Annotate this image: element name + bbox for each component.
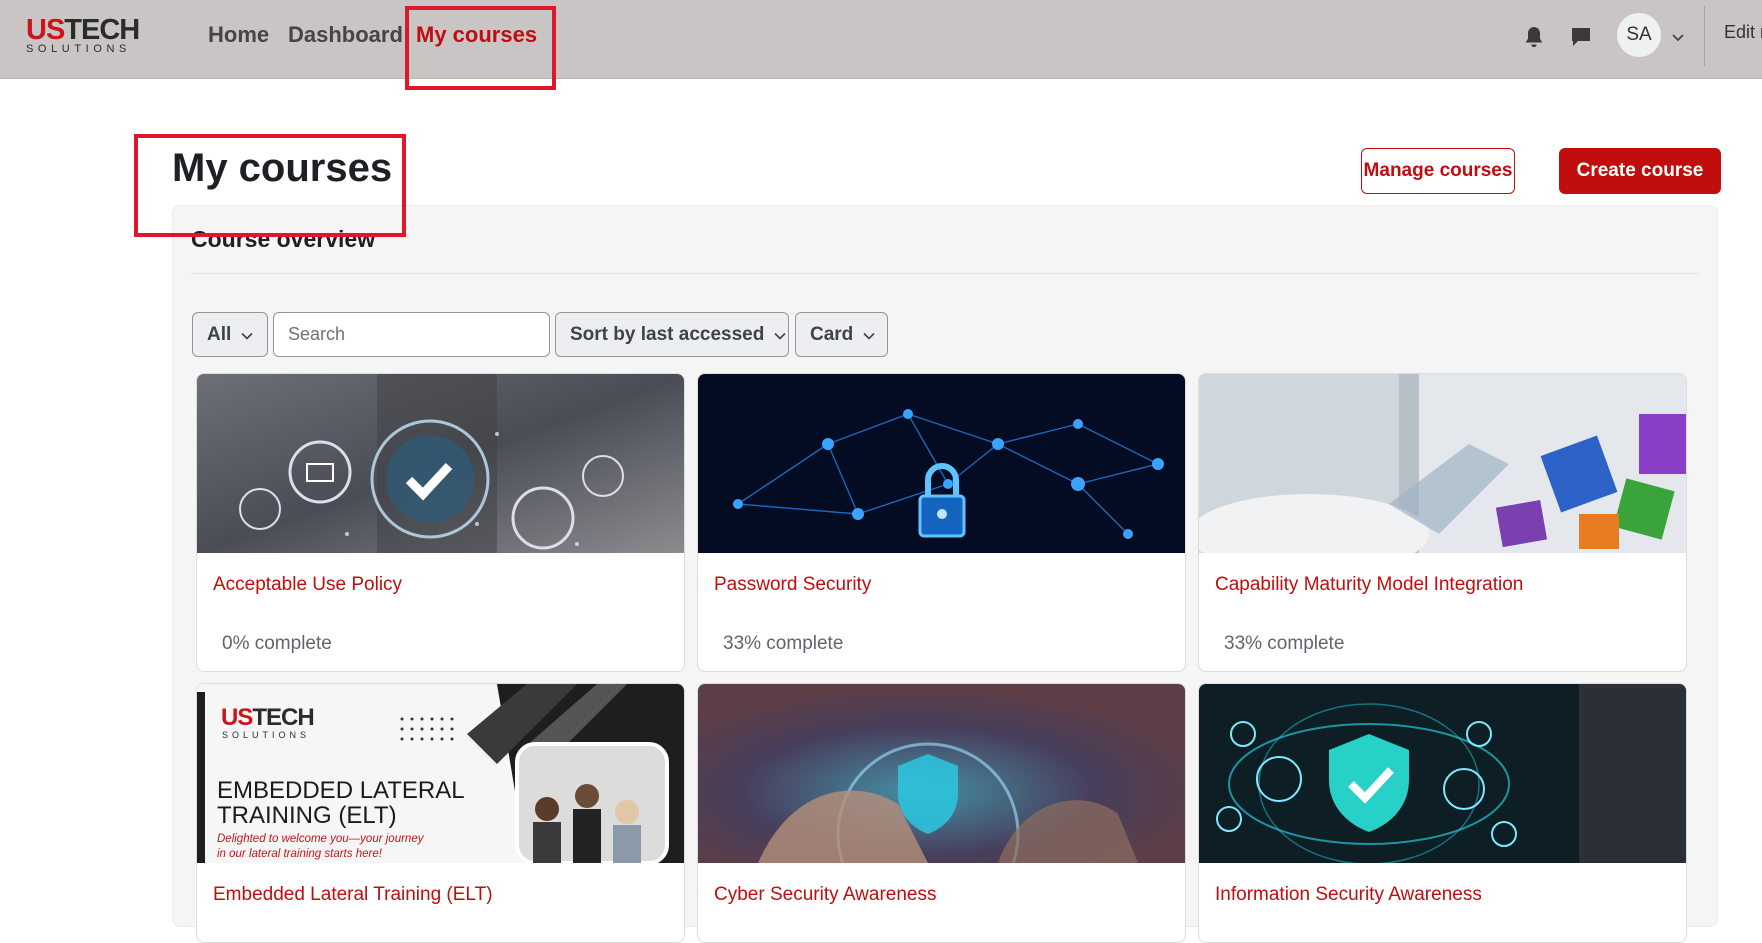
course-card[interactable]: Capability Maturity Model Integration 33… [1198,373,1687,672]
course-title-link[interactable]: Cyber Security Awareness [714,884,936,906]
course-title-link[interactable]: Capability Maturity Model Integration [1215,574,1523,596]
course-card[interactable]: Cyber Security Awareness [697,683,1186,943]
elt-heading: EMBEDDED LATERAL TRAINING (ELT) [217,778,465,828]
view-label: Card [810,323,854,345]
course-progress: 0% complete [222,633,332,654]
course-image[interactable] [1199,374,1686,553]
chevron-down-icon [863,324,875,346]
elt-tagline-line2: in our lateral training starts here! [217,848,382,860]
edit-mode-label[interactable]: Edit m [1724,22,1762,43]
nav-home-link[interactable]: Home [208,22,269,48]
elt-tagline-line1: Delighted to welcome you—your journey [217,833,424,845]
elt-logo: USTECH [221,704,315,731]
course-image[interactable] [1199,684,1686,863]
top-navbar: USTECH SOLUTIONS Home Dashboard My cours… [0,0,1762,79]
highlight-box-nav [405,6,556,90]
nav-dashboard-link[interactable]: Dashboard [288,22,403,48]
course-progress: 33% complete [723,633,844,654]
chevron-down-icon [241,324,253,346]
filter-label: All [207,323,232,345]
logo-us: US [26,14,65,46]
course-image[interactable] [698,684,1185,863]
course-card[interactable]: USTECH SOLUTIONS EMBEDDED LATERAL TRAINI… [196,683,685,943]
search-input[interactable] [273,312,550,357]
chevron-down-icon [774,324,786,346]
avatar[interactable]: SA [1617,13,1661,57]
navbar-divider [1704,6,1705,66]
panel-divider [191,273,1699,274]
course-progress: 33% complete [1224,633,1345,654]
chevron-down-icon[interactable] [1671,30,1685,48]
course-card[interactable]: Acceptable Use Policy 0% complete [196,373,685,672]
course-title-link[interactable]: Information Security Awareness [1215,884,1482,906]
course-card[interactable]: Information Security Awareness [1198,683,1687,943]
sort-label: Sort by last accessed [570,323,765,345]
create-course-button[interactable]: Create course [1559,148,1721,194]
ustech-logo[interactable]: USTECH SOLUTIONS [26,14,156,56]
manage-courses-button[interactable]: Manage courses [1361,148,1515,194]
filter-dropdown[interactable]: All [192,312,268,357]
highlight-box-title [134,134,406,237]
course-image[interactable]: USTECH SOLUTIONS EMBEDDED LATERAL TRAINI… [197,684,684,863]
chat-icon[interactable] [1566,22,1596,52]
sort-dropdown[interactable]: Sort by last accessed [555,312,789,357]
logo-tech: TECH [64,14,140,46]
course-image[interactable] [197,374,684,553]
course-image[interactable] [698,374,1185,553]
elt-heading-line1: EMBEDDED LATERAL [217,777,465,804]
elt-banner-edge [197,692,205,863]
elt-logo-subtitle: SOLUTIONS [222,730,311,740]
course-title-link[interactable]: Password Security [714,574,871,596]
elt-tagline: Delighted to welcome you—your journey in… [217,832,423,862]
avatar-initials: SA [1626,24,1652,45]
course-title-link[interactable]: Embedded Lateral Training (ELT) [213,884,493,906]
view-dropdown[interactable]: Card [795,312,888,357]
bell-icon[interactable] [1519,22,1549,52]
course-title-link[interactable]: Acceptable Use Policy [213,574,402,596]
course-card[interactable]: Password Security 33% complete [697,373,1186,672]
elt-heading-line2: TRAINING (ELT) [217,802,397,829]
